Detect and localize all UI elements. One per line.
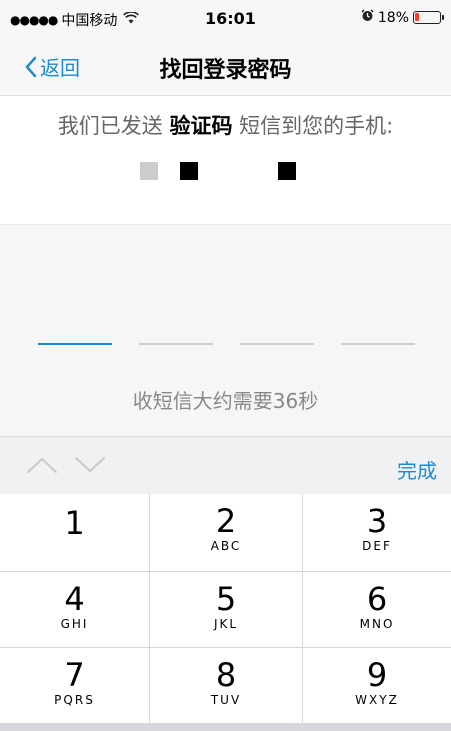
battery-fill — [415, 13, 419, 21]
key-number: 9 — [366, 656, 388, 694]
key-number: 2 — [215, 502, 237, 540]
message-prefix: 我们已发送 — [57, 114, 170, 138]
sms-wait-hint: 收短信大约需要36秒 — [132, 389, 319, 413]
battery-icon — [413, 11, 444, 24]
key-number: 7 — [64, 656, 85, 694]
chevron-up-icon[interactable] — [26, 455, 58, 479]
key-number: 5 — [215, 580, 237, 618]
keyboard-toolbar: 完成 — [0, 436, 451, 494]
key-6[interactable]: 6 MNO — [303, 572, 451, 647]
code-input-area: 收短信大约需要36秒 — [0, 224, 451, 436]
masked-phone-block — [140, 162, 158, 180]
status-bar: ●●●●● 中国移动 16:01 18% — [0, 0, 451, 40]
key-8[interactable]: 8 TUV — [150, 648, 302, 723]
key-2[interactable]: 2 ABC — [150, 494, 302, 571]
key-letters: WXYZ — [355, 693, 399, 707]
chevron-down-icon[interactable] — [74, 455, 106, 479]
code-slot-2[interactable] — [139, 343, 213, 345]
code-slot-1[interactable] — [38, 343, 112, 345]
key-letters: JKL — [213, 617, 239, 631]
key-letters: TUV — [210, 693, 242, 707]
status-left: ●●●●● 中国移动 — [10, 10, 140, 30]
key-letters: ABC — [210, 539, 242, 553]
sent-message: 我们已发送 验证码 短信到您的手机: — [0, 110, 451, 140]
clock: 16:01 — [205, 9, 256, 28]
done-button[interactable]: 完成 — [397, 455, 437, 484]
key-1[interactable]: 1 — [0, 494, 149, 571]
wifi-icon — [123, 11, 140, 28]
key-number: 8 — [215, 656, 237, 694]
key-number: 3 — [366, 502, 388, 540]
key-letters: DEF — [362, 539, 392, 553]
battery-percent: 18% — [377, 9, 409, 26]
masked-phone-block — [278, 162, 296, 180]
alarm-icon — [361, 9, 374, 26]
navigation-bar: 返回 找回登录密码 — [0, 40, 451, 96]
key-letters: GHI — [60, 617, 89, 631]
key-letters: MNO — [359, 617, 395, 631]
key-4[interactable]: 4 GHI — [0, 572, 149, 647]
code-slot-3[interactable] — [240, 343, 314, 345]
key-9[interactable]: 9 WXYZ — [303, 648, 451, 723]
key-5[interactable]: 5 JKL — [150, 572, 302, 647]
key-number: 6 — [366, 580, 388, 618]
battery-nub — [442, 15, 444, 20]
signal-strength: ●●●●● — [10, 13, 58, 27]
key-7[interactable]: 7 PQRS — [0, 648, 149, 723]
key-number: 4 — [64, 580, 85, 618]
key-number: 1 — [64, 504, 85, 542]
message-suffix: 短信到您的手机: — [232, 114, 394, 138]
key-letters: PQRS — [54, 693, 95, 707]
carrier-name: 中国移动 — [61, 13, 118, 29]
masked-phone-block — [180, 162, 198, 180]
page-title: 找回登录密码 — [159, 58, 292, 83]
status-right: 18% — [361, 9, 444, 26]
message-emphasis: 验证码 — [169, 114, 233, 138]
code-slot-4[interactable] — [341, 343, 415, 345]
key-3[interactable]: 3 DEF — [303, 494, 451, 571]
numeric-keypad: 1 2 ABC 3 DEF 4 GHI 5 JKL 6 MNO 7 PQRS 8… — [0, 494, 451, 731]
